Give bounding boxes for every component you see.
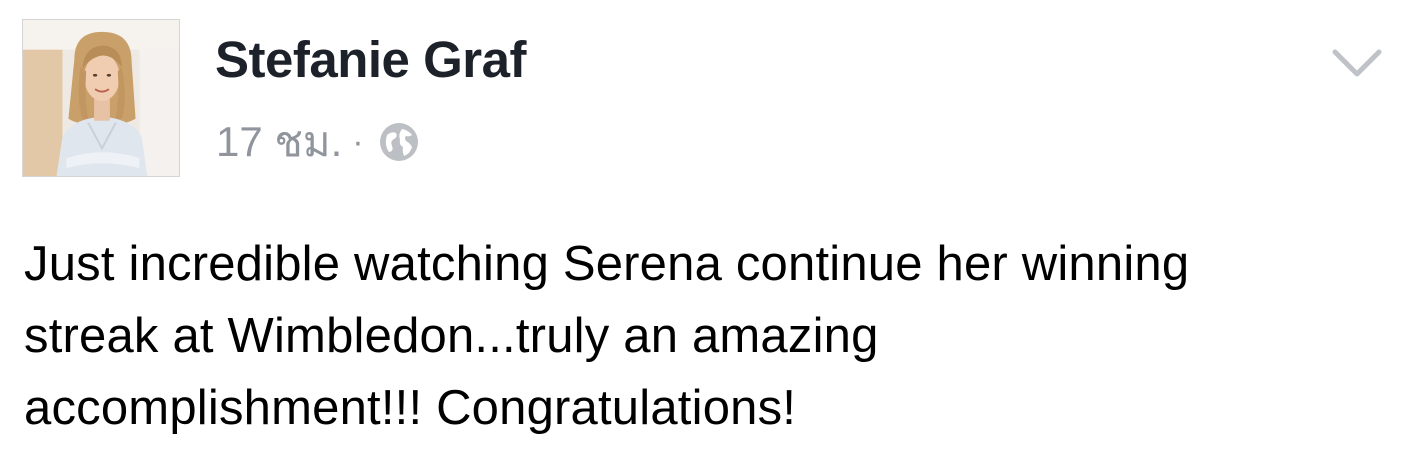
separator-dot: · [352,122,364,161]
post-text: Just incredible watching Serena continue… [24,228,1404,444]
post-meta: 17 ชม. · [216,116,420,168]
post-text-line: streak at Wimbledon...truly an amazing [24,309,879,363]
timestamp[interactable]: 17 ชม. [216,109,342,175]
facebook-post: Stefanie Graf 17 ชม. · Just incredible w… [0,0,1422,459]
globe-icon[interactable] [378,121,420,163]
author-name[interactable]: Stefanie Graf [215,28,526,92]
avatar[interactable] [22,19,180,177]
post-text-line: accomplishment!!! Congratulations! [24,381,797,435]
profile-photo [23,20,179,176]
chevron-down-icon[interactable] [1330,42,1384,82]
post-text-line: Just incredible watching Serena continue… [24,237,1190,291]
